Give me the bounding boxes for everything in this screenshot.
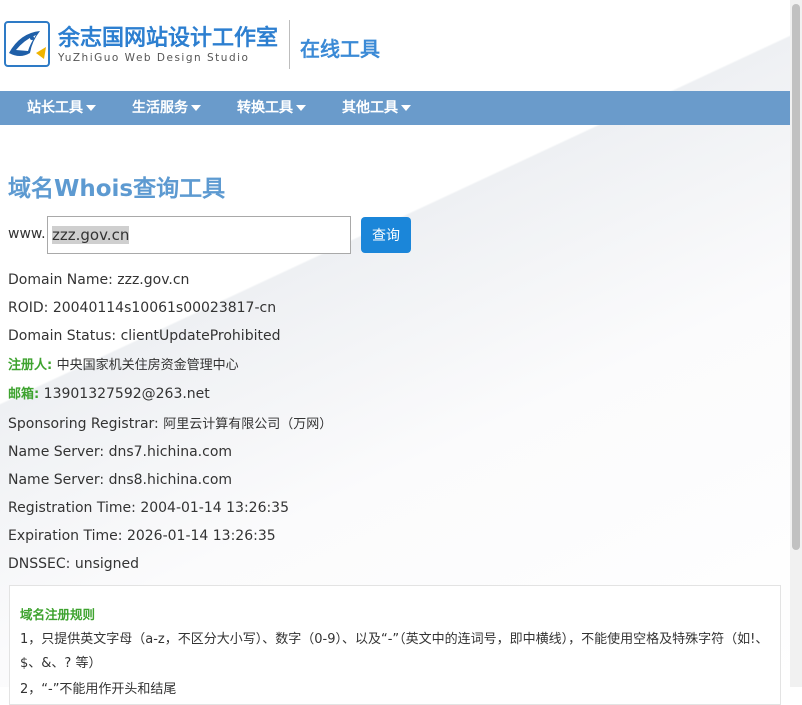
caret-down-icon	[296, 105, 306, 111]
www-prefix: www.	[8, 226, 46, 242]
result-label: ROID:	[8, 300, 49, 316]
nav-item-life-services[interactable]: 生活服务	[132, 91, 201, 125]
result-value: dns7.hichina.com	[108, 444, 233, 460]
section-title[interactable]: 在线工具	[300, 33, 380, 62]
result-value: clientUpdateProhibited	[120, 328, 281, 344]
result-label: Registration Time:	[8, 500, 136, 516]
result-line: Name Server: dns7.hichina.com	[8, 442, 232, 462]
result-line: Domain Status: clientUpdateProhibited	[8, 326, 280, 346]
nav-item-webmaster-tools[interactable]: 站长工具	[27, 91, 96, 125]
result-label: Domain Name:	[8, 272, 113, 288]
result-line: 邮箱: 13901327592@263.net	[8, 384, 210, 404]
header-divider	[289, 20, 290, 69]
domain-input[interactable]: zzz.gov.cn	[47, 216, 351, 254]
result-line: Domain Name: zzz.gov.cn	[8, 270, 189, 290]
result-line: Name Server: dns8.hichina.com	[8, 470, 232, 490]
result-label: Name Server:	[8, 472, 105, 488]
result-label: Name Server:	[8, 444, 105, 460]
vertical-scrollbar[interactable]	[790, 0, 802, 687]
scrollbar-thumb[interactable]	[792, 4, 800, 550]
result-label: DNSSEC:	[8, 556, 71, 572]
result-line: Registration Time: 2004-01-14 13:26:35	[8, 498, 289, 518]
rules-item: 2，“-”不能用作开头和结尾	[20, 682, 177, 697]
result-line: DNSSEC: unsigned	[8, 554, 139, 574]
result-label: Domain Status:	[8, 328, 117, 344]
nav-item-other-tools[interactable]: 其他工具	[342, 91, 411, 125]
result-value: 2026-01-14 13:26:35	[126, 528, 276, 544]
result-value: 阿里云计算有限公司（万网）	[163, 417, 333, 432]
rules-title: 域名注册规则	[20, 607, 96, 622]
fish-logo-icon[interactable]	[4, 21, 50, 67]
rules-item: 1，只提供英文字母（a-z，不区分大小写）、数字（0-9）、以及“-”（英文中的…	[20, 632, 769, 671]
result-line: ROID: 20040114s10061s00023817-cn	[8, 298, 276, 318]
site-header: 余志国网站设计工作室 YuZhiGuo Web Design Studio 在线…	[0, 0, 790, 90]
caret-down-icon	[401, 105, 411, 111]
result-value: 2004-01-14 13:26:35	[140, 500, 290, 516]
result-value: 20040114s10061s00023817-cn	[52, 300, 277, 316]
result-value: 中央国家机关住房资金管理中心	[56, 358, 239, 373]
result-label: Sponsoring Registrar:	[8, 416, 159, 432]
nav-item-label: 转换工具	[237, 100, 293, 116]
site-subtitle: YuZhiGuo Web Design Studio	[58, 52, 250, 64]
result-line: 注册人: 中央国家机关住房资金管理中心	[8, 355, 239, 375]
result-label: 邮箱:	[8, 387, 40, 402]
site-title[interactable]: 余志国网站设计工作室	[58, 20, 278, 52]
result-line: Expiration Time: 2026-01-14 13:26:35	[8, 526, 276, 546]
nav-item-label: 其他工具	[342, 100, 398, 116]
result-value: 13901327592@263.net	[43, 386, 210, 402]
result-value: unsigned	[74, 556, 140, 572]
result-label: 注册人:	[8, 358, 53, 373]
result-value: dns8.hichina.com	[108, 472, 233, 488]
result-label: Expiration Time:	[8, 528, 123, 544]
caret-down-icon	[86, 105, 96, 111]
result-value: zzz.gov.cn	[117, 272, 190, 288]
nav-item-conversion-tools[interactable]: 转换工具	[237, 91, 306, 125]
main-nav: 站长工具 生活服务 转换工具 其他工具	[0, 91, 790, 125]
registration-rules-panel: 域名注册规则 1，只提供英文字母（a-z，不区分大小写）、数字（0-9）、以及“…	[9, 585, 781, 705]
nav-item-label: 站长工具	[27, 100, 83, 116]
caret-down-icon	[191, 105, 201, 111]
page-title: 域名Whois查询工具	[8, 176, 226, 202]
domain-input-value: zzz.gov.cn	[52, 226, 130, 244]
result-line: Sponsoring Registrar: 阿里云计算有限公司（万网）	[8, 414, 332, 434]
query-button[interactable]: 查询	[361, 217, 411, 253]
nav-item-label: 生活服务	[132, 100, 188, 116]
